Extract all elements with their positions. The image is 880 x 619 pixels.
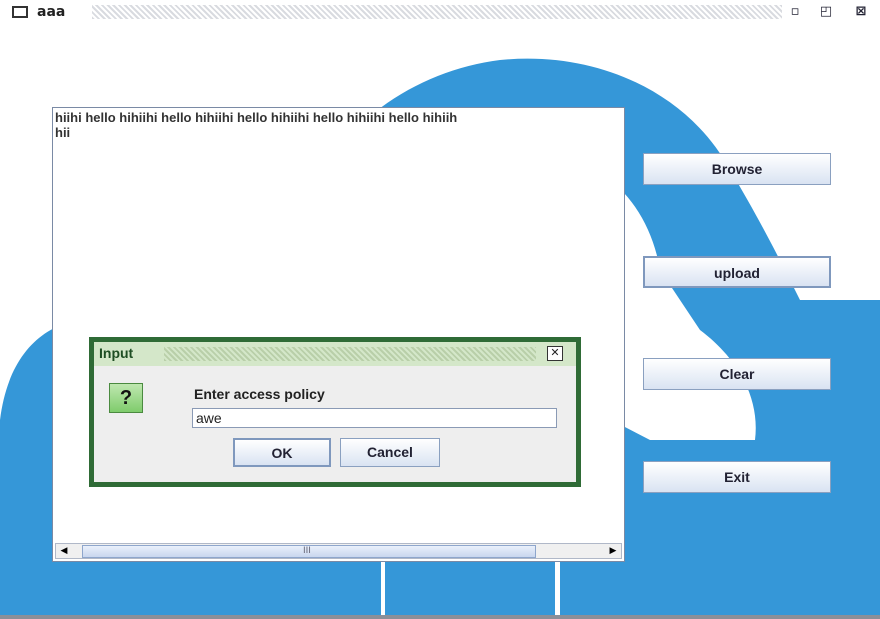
- text-area-content: hiihi hello hihiihi hello hihiihi hello …: [55, 110, 623, 140]
- bottom-border: [0, 615, 880, 619]
- scroll-left-icon[interactable]: ◀: [56, 544, 72, 558]
- window-icon: [12, 6, 28, 18]
- dialog-title-bar: Input ✕: [94, 342, 576, 366]
- question-icon: ?: [109, 383, 143, 413]
- scrollbar-thumb[interactable]: III: [82, 545, 536, 558]
- horizontal-scrollbar[interactable]: ◀ III ▶: [55, 543, 622, 559]
- ok-button[interactable]: OK: [233, 438, 331, 467]
- cancel-button[interactable]: Cancel: [340, 438, 440, 467]
- window-title: aaa: [37, 4, 66, 20]
- dialog-close-icon[interactable]: ✕: [547, 346, 563, 361]
- scroll-right-icon[interactable]: ▶: [605, 544, 621, 558]
- close-icon[interactable]: ⊠: [853, 4, 869, 20]
- upload-button[interactable]: upload: [643, 256, 831, 288]
- clear-button[interactable]: Clear: [643, 358, 831, 390]
- access-policy-input[interactable]: awe: [192, 408, 557, 428]
- dialog-title: Input: [99, 345, 134, 361]
- scrollbar-grip-icon: III: [303, 546, 311, 556]
- dialog-prompt: Enter access policy: [194, 386, 325, 402]
- browse-button[interactable]: Browse: [643, 153, 831, 185]
- maximize-icon[interactable]: ◰: [818, 4, 834, 20]
- input-dialog: Input ✕ ? Enter access policy awe OK Can…: [89, 337, 581, 487]
- exit-button[interactable]: Exit: [643, 461, 831, 493]
- title-bar-pattern: [92, 5, 782, 19]
- title-bar: aaa ▫ ◰ ⊠: [0, 0, 880, 26]
- dialog-title-pattern: [164, 347, 536, 361]
- minimize-icon[interactable]: ▫: [787, 4, 803, 20]
- text-line-1: hiihi hello hihiihi hello hihiihi hello …: [55, 110, 458, 125]
- text-line-2: hii: [55, 125, 71, 140]
- text-area[interactable]: hiihi hello hihiihi hello hihiihi hello …: [52, 107, 625, 562]
